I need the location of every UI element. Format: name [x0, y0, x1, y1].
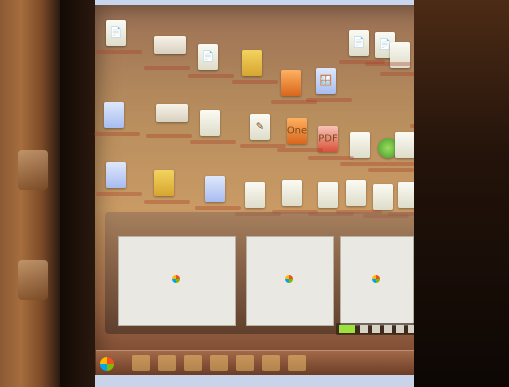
taskbar-button: [184, 355, 202, 371]
taskbar-button: [132, 355, 150, 371]
wood-frame-left: [0, 0, 60, 387]
icon-label-blur: [146, 134, 192, 138]
app-logo-icon: [285, 275, 293, 283]
icon-label-blur: [96, 50, 142, 54]
desktop-file-icon: [156, 104, 188, 122]
taskbar-button: [262, 355, 280, 371]
desktop-file-icon: [281, 70, 301, 96]
thumbnail-title: [246, 224, 332, 232]
icon-glyph: 🪟: [319, 75, 333, 87]
desktop-file-icon: 📄: [106, 20, 126, 46]
icon-label-blur: [368, 168, 414, 172]
toolbar-icon: [372, 325, 380, 333]
icon-label-blur: [96, 192, 142, 196]
desktop-file-icon: [395, 132, 415, 158]
icon-glyph: ✎: [255, 121, 265, 133]
icon-label-blur: [308, 156, 354, 160]
icon-label-blur: [144, 200, 190, 204]
taskbar-button: [288, 355, 306, 371]
icon-label-blur: [195, 206, 241, 210]
desktop-file-icon: 📄: [349, 30, 369, 56]
desktop-file-icon: [350, 132, 370, 158]
icon-label-blur: [232, 80, 278, 84]
icon-label-blur: [340, 162, 386, 166]
desktop-file-icon: [373, 184, 393, 210]
icon-label-blur: [365, 62, 411, 66]
desktop-file-icon: [242, 50, 262, 76]
icon-label-blur: [144, 66, 190, 70]
desktop-file-icon: [104, 102, 124, 128]
dark-side-panel: [414, 0, 509, 387]
icon-glyph: 📄: [352, 37, 366, 49]
desktop-file-icon: ✎: [250, 114, 270, 140]
wood-ornament: [18, 150, 48, 190]
icon-label-blur: [190, 140, 236, 144]
taskbar-button: [158, 355, 176, 371]
toolbar-icon: [396, 325, 404, 333]
icon-label-blur: [306, 98, 352, 102]
taskbar-button: [236, 355, 254, 371]
desktop-file-icon: 🪟: [316, 68, 336, 94]
active-indicator: [339, 325, 355, 333]
desktop-file-icon: [205, 176, 225, 202]
desktop-file-icon: [106, 162, 126, 188]
toolbar-icon: [384, 325, 392, 333]
windows-start-icon: [100, 357, 114, 371]
desktop-file-icon: 📄: [198, 44, 218, 70]
icon-label-blur: [188, 74, 234, 78]
desktop-file-icon: [200, 110, 220, 136]
desktop-file-icon: [346, 180, 366, 206]
screen-bezel: [60, 0, 95, 387]
icon-glyph: 📄: [109, 27, 123, 39]
icon-glyph: One: [286, 125, 308, 137]
wood-ornament: [18, 260, 48, 300]
photo: 📄📄🪟📄📄✎OnePDF🏃: [0, 0, 509, 387]
desktop-file-icon: One: [287, 118, 307, 144]
icon-label-blur: [94, 132, 140, 136]
desktop-file-icon: [154, 170, 174, 196]
desktop-file-icon: [282, 180, 302, 206]
icon-glyph: PDF: [318, 133, 338, 145]
toolbar-icon: [360, 325, 368, 333]
thumbnail-title: [118, 224, 234, 232]
desktop-file-icon: [318, 182, 338, 208]
app-logo-icon: [172, 275, 180, 283]
thumbnail-title: [340, 224, 412, 232]
desktop-file-icon: [154, 36, 186, 54]
taskbar-button: [210, 355, 228, 371]
icon-label-blur: [277, 148, 323, 152]
app-logo-icon: [372, 275, 380, 283]
desktop-file-icon: [245, 182, 265, 208]
icon-glyph: 📄: [201, 51, 215, 63]
